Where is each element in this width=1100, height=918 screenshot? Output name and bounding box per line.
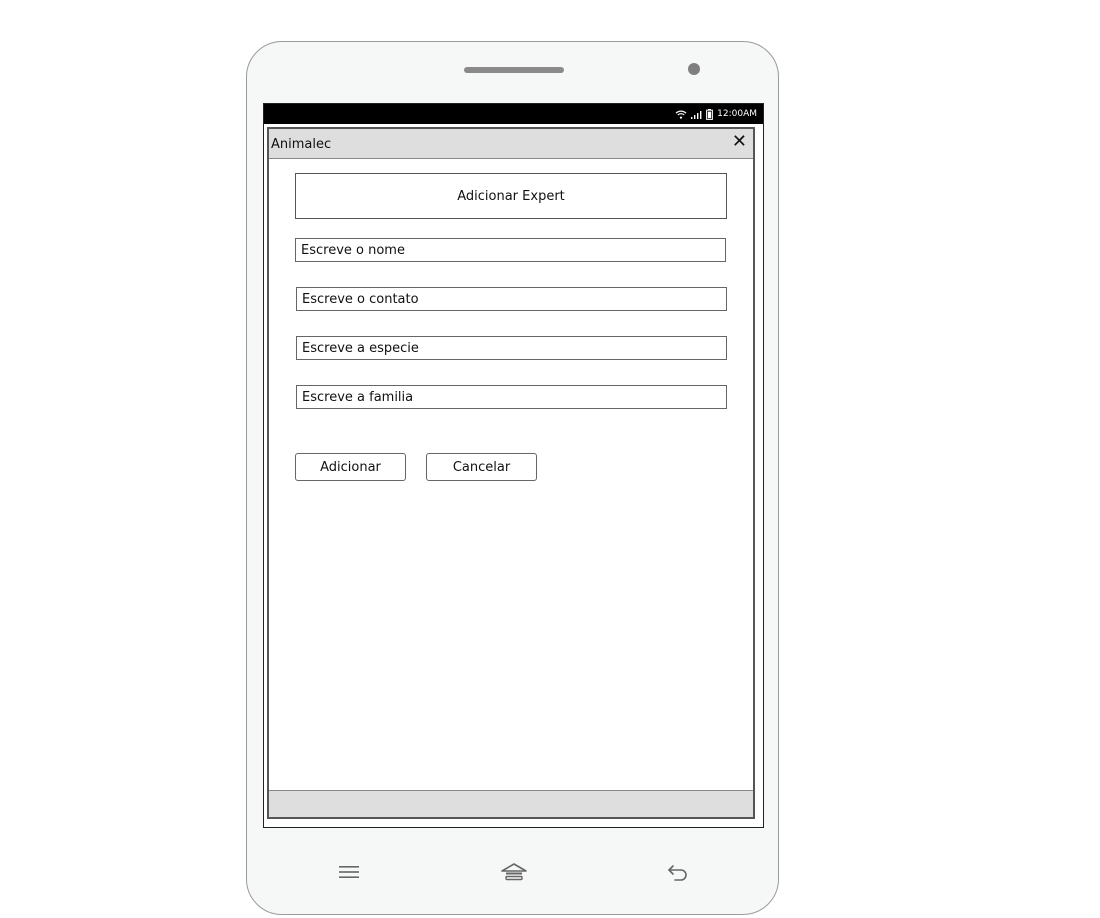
- bottom-bar: [269, 790, 753, 817]
- signal-icon: [691, 110, 702, 119]
- wifi-icon: [675, 110, 687, 119]
- device-screen: 12:00AM Animalec ✕ Adicionar Expert Adic…: [263, 103, 764, 828]
- close-icon[interactable]: ✕: [732, 132, 747, 152]
- speaker-grille: [464, 67, 564, 73]
- phone-frame: 12:00AM Animalec ✕ Adicionar Expert Adic…: [246, 41, 779, 915]
- app-window: Animalec ✕ Adicionar Expert Adicionar Ca…: [267, 127, 755, 819]
- battery-icon: [706, 108, 714, 120]
- cancel-button[interactable]: Cancelar: [426, 453, 537, 481]
- window-title: Animalec: [271, 137, 332, 152]
- form-header: Adicionar Expert: [295, 173, 727, 219]
- title-bar: Animalec ✕: [269, 129, 753, 159]
- camera-dot: [688, 63, 700, 75]
- species-field[interactable]: [296, 336, 727, 360]
- back-icon[interactable]: [663, 860, 693, 884]
- add-button[interactable]: Adicionar: [295, 453, 406, 481]
- name-field[interactable]: [295, 238, 726, 262]
- status-time: 12:00AM: [717, 109, 757, 119]
- form-header-label: Adicionar Expert: [457, 188, 565, 204]
- home-icon[interactable]: [499, 860, 529, 884]
- menu-icon[interactable]: [334, 860, 364, 884]
- status-bar: 12:00AM: [264, 104, 763, 124]
- family-field[interactable]: [296, 385, 727, 409]
- contact-field[interactable]: [296, 287, 727, 311]
